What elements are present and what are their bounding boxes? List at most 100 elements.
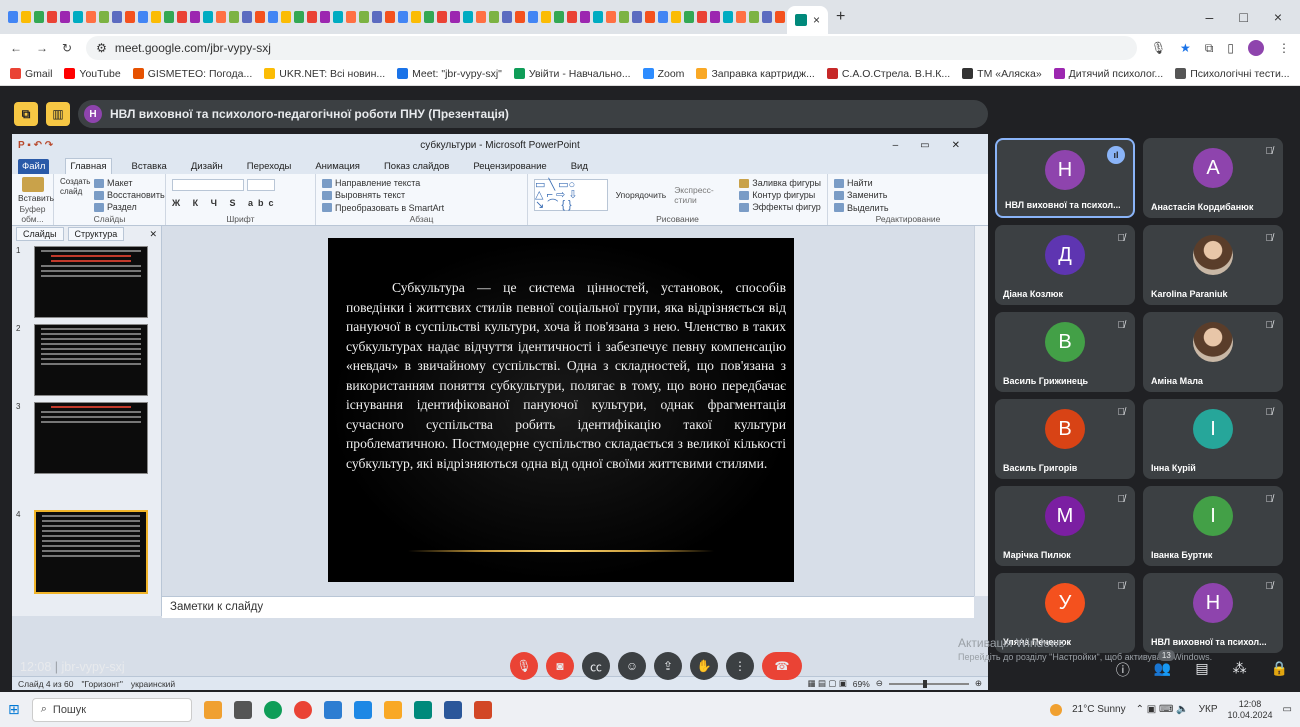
address-bar[interactable]: ⚙ meet.google.com/jbr-vypy-sxj [86, 36, 1137, 60]
tab-slides[interactable]: Слайды [16, 227, 64, 241]
widgets-icon[interactable] [203, 700, 222, 719]
tab-favicon-icon[interactable] [151, 11, 161, 23]
weather-text[interactable]: 21°C Sunny [1072, 704, 1125, 715]
font-size-select[interactable] [247, 179, 275, 191]
tab-favicon-icon[interactable] [385, 11, 395, 23]
bookmark-item[interactable]: Психологічні тести... [1175, 68, 1290, 80]
ribbon-tab[interactable]: Показ слайдов [380, 159, 453, 174]
mic-icon[interactable]: 🎙 [1151, 41, 1166, 55]
extensions-icon[interactable]: ⧉ [1205, 41, 1214, 56]
tab-favicon-icon[interactable] [749, 11, 759, 23]
tab-favicon-icon[interactable] [60, 11, 70, 23]
tab-favicon-icon[interactable] [528, 11, 538, 23]
tab-favicon-icon[interactable] [307, 11, 317, 23]
tab-favicon-icon[interactable] [86, 11, 96, 23]
tab-favicon-icon[interactable] [606, 11, 616, 23]
tab-favicon-icon[interactable] [359, 11, 369, 23]
bookmark-item[interactable]: Meet: "jbr-vypy-sxj" [397, 68, 502, 80]
font-format-buttons[interactable]: Ж К Ч S abc [172, 198, 309, 208]
text-direction-button[interactable]: Направление текста [322, 177, 521, 189]
tab-favicon-icon[interactable] [34, 11, 44, 23]
captions-button[interactable]: ㏄ [582, 652, 610, 680]
active-browser-tab[interactable]: × [787, 6, 829, 34]
maximize-button[interactable]: □ [1239, 9, 1247, 25]
language-indicator[interactable]: УКР [1199, 704, 1218, 715]
tab-favicon-icon[interactable] [632, 11, 642, 23]
host-controls-icon[interactable]: 🔒 [1271, 660, 1288, 680]
participant-tile[interactable]: Д Діана Козлюк 🎙̸ [995, 225, 1135, 305]
ribbon-tab[interactable]: Файл [18, 159, 50, 174]
paste-button[interactable]: Вставить [18, 192, 54, 204]
tab-favicon-icon[interactable] [762, 11, 772, 23]
participant-tile[interactable]: В Василь Григорів 🎙̸ [995, 399, 1135, 479]
new-slide-button[interactable]: Создать слайд [60, 177, 90, 213]
chrome-icon[interactable] [293, 700, 312, 719]
tab-favicon-icon[interactable] [463, 11, 473, 23]
shapes-gallery[interactable]: ▭ ╲ ▭○ △ ⌐ ⇨ ⇩ ↘ ⌒ { } [534, 179, 608, 211]
layout-icon[interactable]: ▥ [46, 102, 70, 126]
tab-favicon-icon[interactable] [333, 11, 343, 23]
ribbon-tab[interactable]: Дизайн [187, 159, 227, 174]
emoji-button[interactable]: ☺ [618, 652, 646, 680]
select-button[interactable]: Выделить [834, 202, 982, 214]
task-view-icon[interactable] [233, 700, 252, 719]
tab-favicon-icon[interactable] [255, 11, 265, 23]
tab-favicon-icon[interactable] [21, 11, 31, 23]
menu-kebab-icon[interactable]: ⋮ [1278, 41, 1290, 55]
pane-close-icon[interactable]: ✕ [143, 228, 161, 241]
bookmark-item[interactable]: UKR.NET: Всі новин... [264, 68, 385, 80]
tab-favicon-icon[interactable] [346, 11, 356, 23]
participant-tile[interactable]: І Іванка Буртик 🎙̸ [1143, 486, 1283, 566]
tab-favicon-icon[interactable] [112, 11, 122, 23]
bookmark-item[interactable]: Gmail [10, 68, 52, 80]
tab-favicon-icon[interactable] [242, 11, 252, 23]
tab-favicon-icon[interactable] [580, 11, 590, 23]
reset-button[interactable]: Восстановить [94, 189, 165, 201]
meeting-details[interactable]: 12:08 | jbr-vypy-sxj [20, 660, 125, 674]
clock[interactable]: 12:08 10.04.2024 [1228, 699, 1273, 721]
tab-favicon-icon[interactable] [47, 11, 57, 23]
info-icon[interactable]: ⓘ [1116, 660, 1130, 680]
tab-favicon-icon[interactable] [619, 11, 629, 23]
tab-favicon-icon[interactable] [268, 11, 278, 23]
participant-tile[interactable]: А Анастасія Кордибанюк 🎙̸ [1143, 138, 1283, 218]
bookmark-item[interactable]: Увійти - Навчально... [513, 68, 631, 80]
powerpoint-icon[interactable] [473, 700, 492, 719]
tab-favicon-icon[interactable] [229, 11, 239, 23]
tab-favicon-icon[interactable] [515, 11, 525, 23]
tab-favicon-icon[interactable] [372, 11, 382, 23]
tab-favicons[interactable] [8, 11, 785, 23]
bookmark-item[interactable]: Zoom [642, 68, 684, 80]
tab-favicon-icon[interactable] [125, 11, 135, 23]
site-info-icon[interactable]: ⚙ [96, 41, 107, 55]
tab-favicon-icon[interactable] [281, 11, 291, 23]
tab-favicon-icon[interactable] [450, 11, 460, 23]
vertical-scrollbar[interactable] [974, 226, 988, 596]
tab-favicon-icon[interactable] [320, 11, 330, 23]
minimize-button[interactable]: – [1206, 9, 1214, 25]
ribbon-tab[interactable]: Вставка [128, 159, 171, 174]
app-icon-2[interactable] [353, 700, 372, 719]
raise-hand-button[interactable]: ✋ [690, 652, 718, 680]
tab-favicon-icon[interactable] [775, 11, 785, 23]
tab-favicon-icon[interactable] [177, 11, 187, 23]
tab-favicon-icon[interactable] [723, 11, 733, 23]
participant-tile[interactable]: Karolina Paraniuk 🎙̸ [1143, 225, 1283, 305]
bookmark-item[interactable]: GISMETEO: Погода... [132, 68, 252, 80]
tab-favicon-icon[interactable] [684, 11, 694, 23]
camera-off-button[interactable]: ◙ [546, 652, 574, 680]
tab-favicon-icon[interactable] [8, 11, 18, 23]
word-icon[interactable] [443, 700, 462, 719]
taskbar-search[interactable]: ⌕ Пошук [31, 697, 192, 722]
tab-favicon-icon[interactable] [567, 11, 577, 23]
people-icon[interactable]: 👥 13 [1154, 650, 1175, 680]
leave-call-button[interactable]: ☎ [762, 652, 802, 680]
forward-icon[interactable]: → [36, 41, 48, 55]
ribbon-tab[interactable]: Рецензирование [469, 159, 550, 174]
back-icon[interactable]: ← [10, 41, 22, 55]
shape-outline-button[interactable]: Контур фигуры [739, 189, 821, 201]
new-tab-button[interactable]: + [836, 8, 845, 26]
tab-favicon-icon[interactable] [476, 11, 486, 23]
tab-favicon-icon[interactable] [294, 11, 304, 23]
tab-favicon-icon[interactable] [190, 11, 200, 23]
